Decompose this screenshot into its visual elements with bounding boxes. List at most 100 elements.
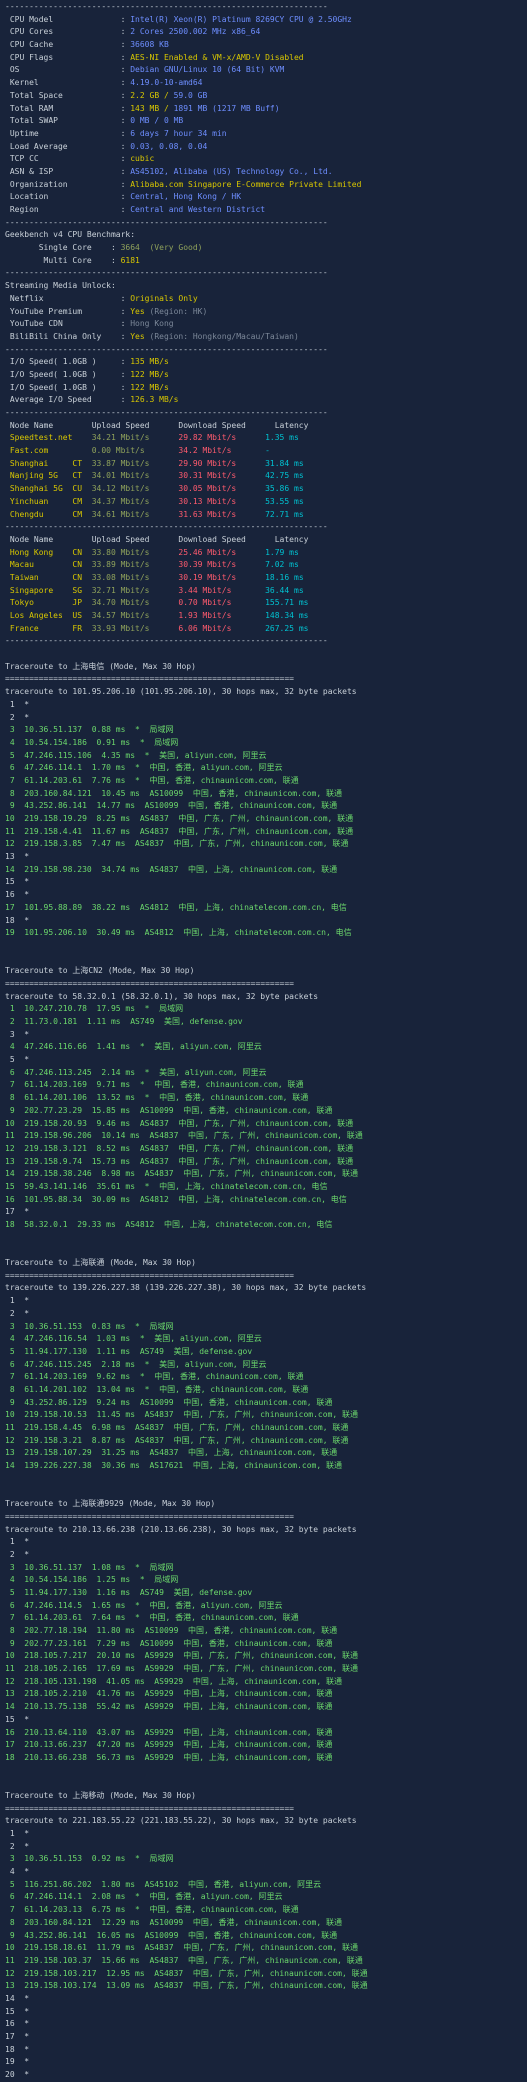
terminal-text: ========================================… [5,1270,294,1280]
terminal-text: 4 10.54.154.186 0.91 ms * 局域网 [5,737,179,747]
terminal-text: 0.70 Mbit/s [168,598,256,608]
terminal-text: 34.37 Mbit/s [82,496,169,506]
terminal-line: 11 218.105.2.165 17.69 ms AS9929 中国, 广东,… [5,1663,527,1676]
terminal-line: Los Angeles US 34.57 Mbit/s 1.93 Mbit/s … [5,610,527,623]
terminal-text: 155.71 ms [255,598,309,608]
terminal-line: Average I/O Speed : 126.3 MB/s [5,394,527,407]
terminal-line: Yinchuan CM 34.37 Mbit/s 30.13 Mbit/s 53… [5,496,527,509]
terminal-text: 33.89 Mbit/s [82,560,169,570]
terminal-line: 14 * [5,1993,527,2006]
terminal-line: ----------------------------------------… [5,521,527,534]
terminal-text: CPU Model : [5,14,131,24]
terminal-text: 30.31 Mbit/s [168,471,256,481]
terminal-line: ----------------------------------------… [5,267,527,280]
terminal-line: 4 47.246.116.66 1.41 ms * 美国, aliyun.com… [5,1041,527,1054]
terminal-text: 17 210.13.66.237 47.20 ms AS9929 中国, 上海,… [5,1740,333,1750]
terminal-text: 33.87 Mbit/s [82,458,169,468]
terminal-text: 12 218.105.131.198 41.05 ms AS9929 中国, 上… [5,1676,342,1686]
terminal-line: 18 210.13.66.238 56.73 ms AS9929 中国, 上海,… [5,1752,527,1765]
terminal-line: ----------------------------------------… [5,1,527,14]
terminal-text: 16 * [5,890,30,900]
terminal-text: 4 * [5,1867,30,1877]
terminal-text: 30.13 Mbit/s [168,496,256,506]
terminal-line: 7 61.14.203.169 9.71 ms * 中国, 香港, chinau… [5,1079,527,1092]
terminal-text: Organization : [5,179,131,189]
terminal-line: CPU Model : Intel(R) Xeon(R) Platinum 82… [5,14,527,27]
terminal-text: 9 43.252.86.129 9.24 ms AS10099 中国, 香港, … [5,1397,333,1407]
terminal-line: 12 219.158.3.21 8.87 ms AS4837 中国, 广东, 广… [5,1435,527,1448]
terminal-text: Single Core : [5,243,121,253]
terminal-text: 5 47.246.115.106 4.35 ms * 美国, aliyun.co… [5,750,267,760]
terminal-line: 8 203.160.84.121 10.45 ms AS10099 中国, 香港… [5,788,527,801]
terminal-text: 30.39 Mbit/s [168,560,256,570]
terminal-line: 11 219.158.96.206 10.14 ms AS4837 中国, 广东… [5,1130,527,1143]
terminal-text: 6 47.246.113.245 2.14 ms * 美国, aliyun.co… [5,1067,267,1077]
terminal-text: 10 219.158.19.29 8.25 ms AS4837 中国, 广东, … [5,814,354,823]
terminal-text: 11 219.158.4.45 6.98 ms AS4837 中国, 广东, 广… [5,1423,349,1432]
terminal-line: Netflix : Originals Only [5,293,527,306]
terminal-text: I/O Speed( 1.0GB ) : [5,357,131,367]
terminal-line: 9 43.252.86.141 16.05 ms AS10099 中国, 香港,… [5,1930,527,1943]
terminal-line: TCP CC : cubic [5,153,527,166]
terminal-line: ----------------------------------------… [5,635,527,648]
terminal-text: 8 202.77.18.194 11.80 ms AS10099 中国, 香港,… [5,1626,338,1635]
terminal-text: 13 * [5,852,30,862]
terminal-line: Node Name Upload Speed Download Speed La… [5,534,527,547]
terminal-text: Alibaba.com Singapore E-Commerce Private… [130,179,362,189]
terminal-text: Traceroute to 上海CN2 (Mode, Max 30 Hop) [5,966,195,976]
terminal-text: 14 219.158.38.246 8.98 ms AS4837 中国, 广东,… [5,1169,358,1179]
terminal-text: TCP CC : [5,154,131,164]
terminal-text: 18.16 ms [255,572,304,582]
terminal-text: 32.71 Mbit/s [82,585,169,595]
terminal-line: Traceroute to 上海联通 (Mode, Max 30 Hop) [5,1257,527,1270]
terminal-text: 3 10.36.51.153 0.83 ms * 局域网 [5,1321,174,1331]
terminal-line: 1 * [5,1828,527,1841]
terminal-text: 6 47.246.114.1 2.08 ms * 中国, 香港, aliyun.… [5,1892,283,1902]
terminal-text: 8 61.14.201.106 13.52 ms * 中国, 香港, china… [5,1093,309,1103]
terminal-line: ========================================… [5,673,527,686]
terminal-text: 2 * [5,712,30,722]
terminal-line: 6 47.246.114.1 1.70 ms * 中国, 香港, aliyun.… [5,762,527,775]
terminal-line: 14 219.158.38.246 8.98 ms AS4837 中国, 广东,… [5,1168,527,1181]
terminal-line: 12 219.158.3.85 7.47 ms AS4837 中国, 广东, 广… [5,838,527,851]
terminal-line: 1 * [5,1536,527,1549]
terminal-text: 31.63 Mbit/s [168,509,256,519]
terminal-text: Los Angeles US [5,611,83,620]
terminal-line: 18 * [5,915,527,928]
terminal-line: 2 * [5,712,527,725]
terminal-text: 8 203.160.84.121 12.29 ms AS10099 中国, 香港… [5,1917,342,1927]
terminal-text: CPU Cache : [5,40,131,50]
terminal-line: 5 * [5,1054,527,1067]
terminal-text: 7 61.14.203.169 9.62 ms * 中国, 香港, chinau… [5,1372,304,1382]
terminal-line: Tokyo JP 34.70 Mbit/s 0.70 Mbit/s 155.71… [5,597,527,610]
terminal-line: Chengdu CM 34.61 Mbit/s 31.63 Mbit/s 72.… [5,509,527,522]
terminal-line: Speedtest.net 34.21 Mbit/s 29.82 Mbit/s … [5,432,527,445]
terminal-text: - [255,446,270,456]
terminal-line: I/O Speed( 1.0GB ) : 135 MB/s [5,356,527,369]
terminal-text: AES-NI Enabled & VM-x/AMD-V Disabled [130,52,304,62]
terminal-text: 14 * [5,1993,30,2003]
terminal-text: 13 218.105.2.210 41.76 ms AS9929 中国, 上海,… [5,1689,333,1699]
terminal-text: 30.05 Mbit/s [168,484,256,494]
terminal-line: 8 202.77.18.194 11.80 ms AS10099 中国, 香港,… [5,1625,527,1638]
terminal-line: 3 10.36.51.137 0.88 ms * 局域网 [5,724,527,737]
terminal-text: OS : [5,65,131,75]
terminal-text: 17 * [5,2032,30,2041]
terminal-text: 1 * [5,1537,30,1547]
terminal-line: 12 218.105.131.198 41.05 ms AS9929 中国, 上… [5,1676,527,1689]
terminal-text: 5 * [5,1055,30,1065]
terminal-text: 9 202.77.23.161 7.29 ms AS10099 中国, 香港, … [5,1638,333,1648]
terminal-text: 2 11.73.0.181 1.11 ms AS749 美国, defense.… [5,1017,243,1026]
terminal-text: 36.44 ms [255,585,304,595]
terminal-text: 13 219.158.9.74 15.73 ms AS4837 中国, 广东, … [5,1156,354,1166]
terminal-text: 33.93 Mbit/s [82,623,169,633]
terminal-line: 19 101.95.206.10 30.49 ms AS4812 中国, 上海,… [5,927,527,940]
terminal-text: 31.84 ms [255,458,304,468]
terminal-text: 3 10.36.51.137 0.88 ms * 局域网 [5,725,174,735]
terminal-line: Location : Central, Hong Kong / HK [5,191,527,204]
terminal-text: traceroute to 139.226.227.38 (139.226.22… [5,1283,367,1293]
terminal-line: 3 10.36.51.153 0.92 ms * 局域网 [5,1853,527,1866]
terminal-line: 10 219.158.19.29 8.25 ms AS4837 中国, 广东, … [5,813,527,826]
